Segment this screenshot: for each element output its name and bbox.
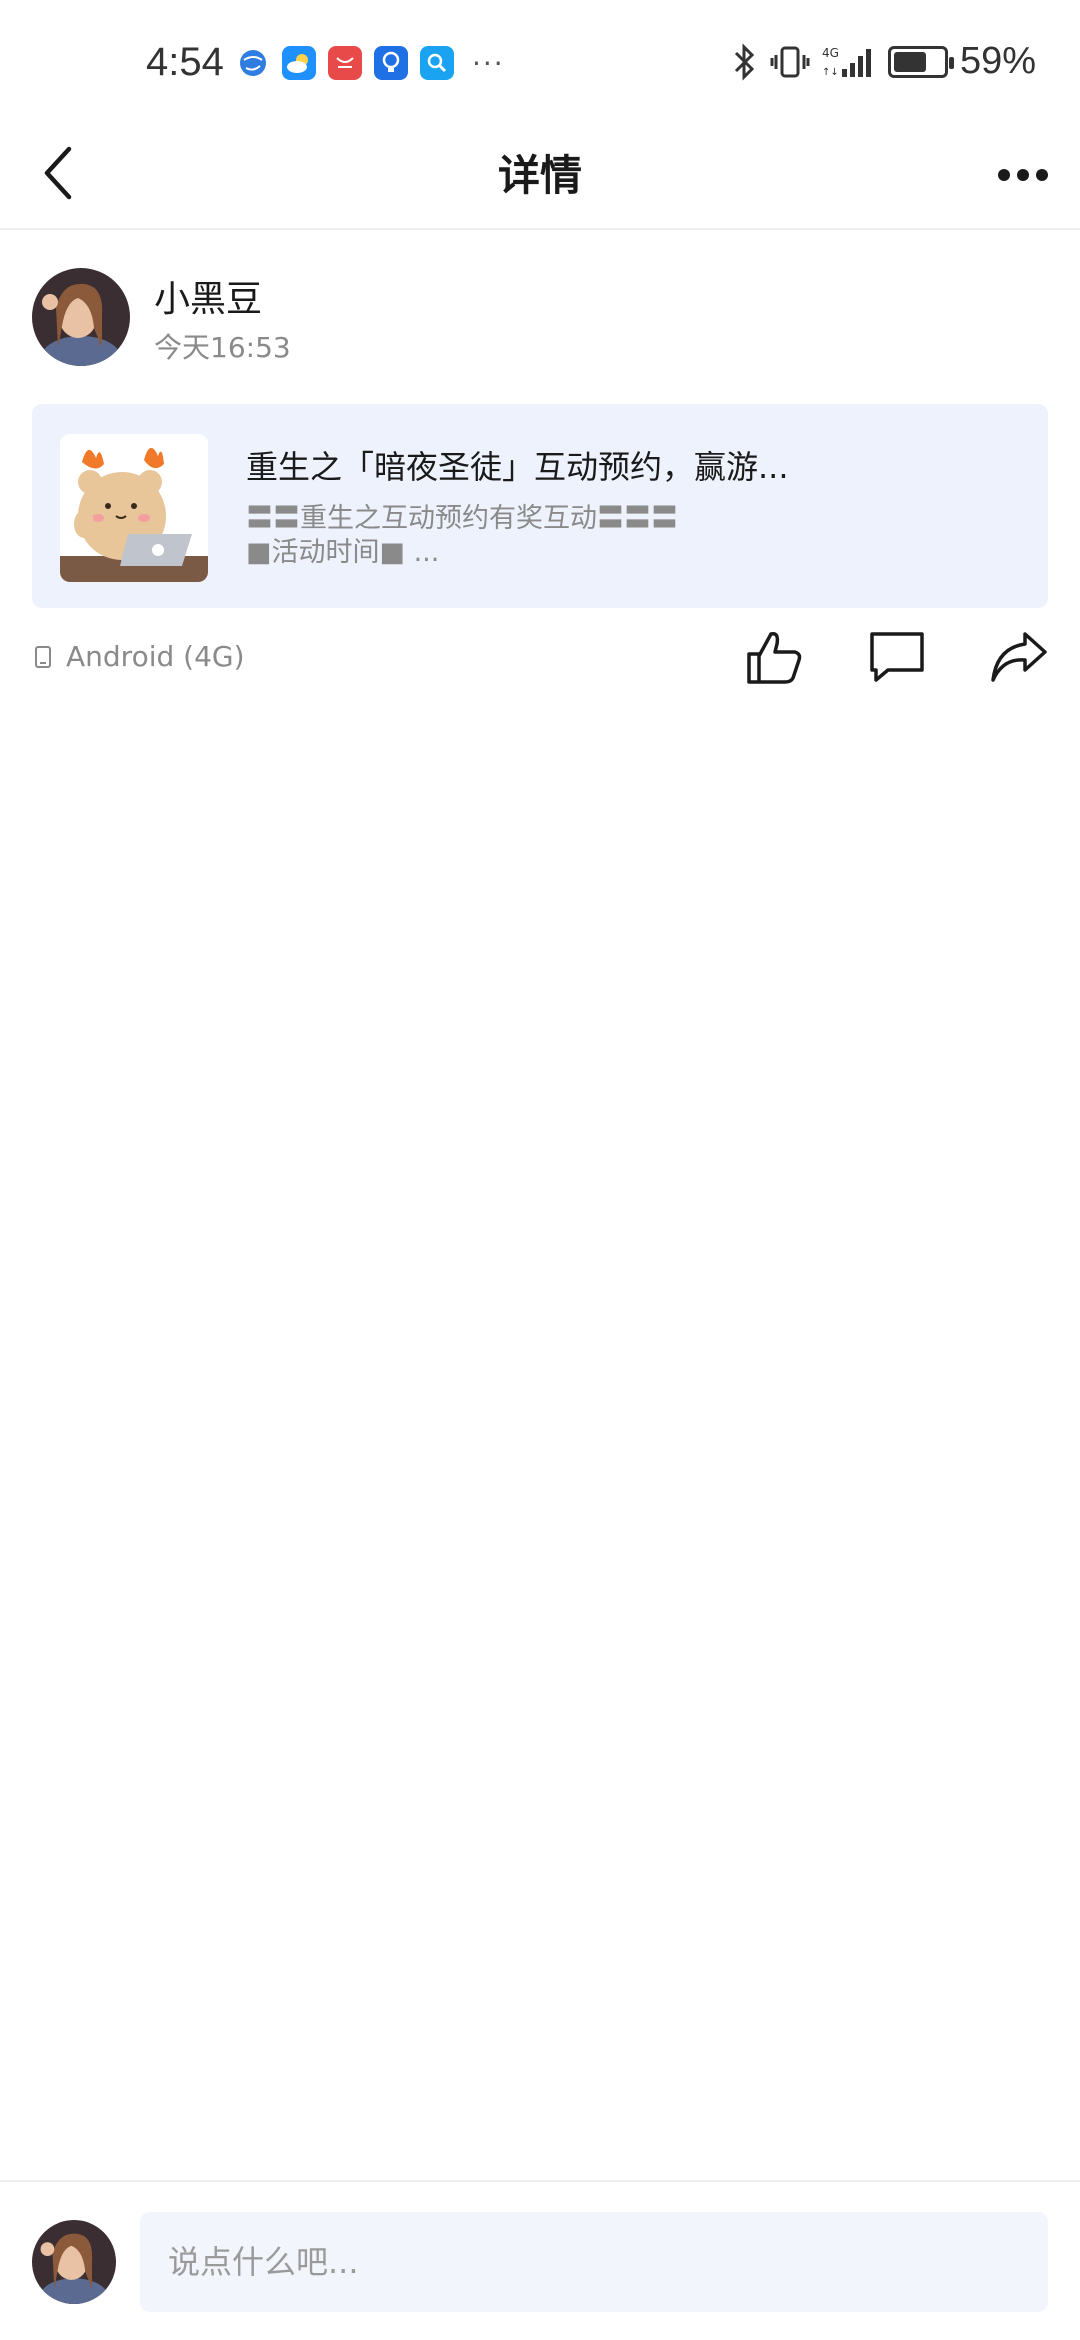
- battery-icon: [887, 45, 954, 78]
- battery-percent: 59%: [959, 40, 1036, 82]
- current-user-avatar[interactable]: [32, 2220, 116, 2304]
- author-name[interactable]: 小黑豆: [154, 270, 262, 322]
- phone-icon: [35, 645, 51, 668]
- thumbs-up-icon: [747, 631, 802, 684]
- device-info: Android (4G): [34, 640, 245, 673]
- system-status: 4G ↑↓ 59%: [732, 40, 1036, 83]
- notification-icons: ···: [236, 46, 505, 80]
- signal-4g-icon: 4G ↑↓: [822, 46, 871, 78]
- page-title: 详情: [497, 151, 582, 200]
- shared-activity-card[interactable]: 重生之「暗夜圣徒」互动预约，赢游... 〓〓重生之互动预约有奖互动〓〓〓 ■活动…: [32, 404, 1048, 608]
- card-description-line: 〓〓重生之互动预约有奖互动〓〓〓: [246, 503, 678, 534]
- comment-button[interactable]: [864, 624, 930, 690]
- more-notifications-icon: ···: [472, 46, 505, 80]
- huawei-store-icon: [328, 46, 362, 80]
- tips-icon: [374, 46, 408, 80]
- post-timestamp: 今天16:53: [154, 331, 291, 364]
- search-app-icon: [420, 46, 454, 80]
- device-label: Android (4G): [66, 640, 245, 673]
- more-dots-icon: [998, 169, 1048, 181]
- status-time: 4:54: [146, 40, 224, 84]
- card-description-line: ■活动时间■ ...: [246, 537, 440, 568]
- share-button[interactable]: [986, 624, 1052, 690]
- vibrate-icon: [770, 46, 810, 77]
- comment-input[interactable]: [140, 2212, 1048, 2312]
- comment-icon: [870, 632, 924, 682]
- card-description: 〓〓重生之互动预约有奖互动〓〓〓 ■活动时间■ ...: [246, 502, 1006, 570]
- comment-bar: [0, 2180, 1080, 2340]
- weather-icon: [282, 46, 316, 80]
- share-icon: [991, 632, 1047, 682]
- like-button[interactable]: [742, 624, 808, 690]
- bluetooth-icon: [734, 42, 755, 81]
- card-thumbnail: [60, 434, 208, 582]
- svg-text:↑↓: ↑↓: [822, 67, 839, 78]
- author-avatar[interactable]: [32, 268, 130, 366]
- svg-text:4G: 4G: [822, 46, 839, 60]
- browser-icon: [236, 46, 270, 80]
- top-nav-bar: 详情: [0, 120, 1080, 230]
- status-bar: 4:54 ··· 4G ↑↓ 59%: [0, 0, 1080, 120]
- more-options-button[interactable]: [988, 142, 1058, 208]
- card-title: 重生之「暗夜圣徒」互动预约，赢游...: [246, 448, 789, 486]
